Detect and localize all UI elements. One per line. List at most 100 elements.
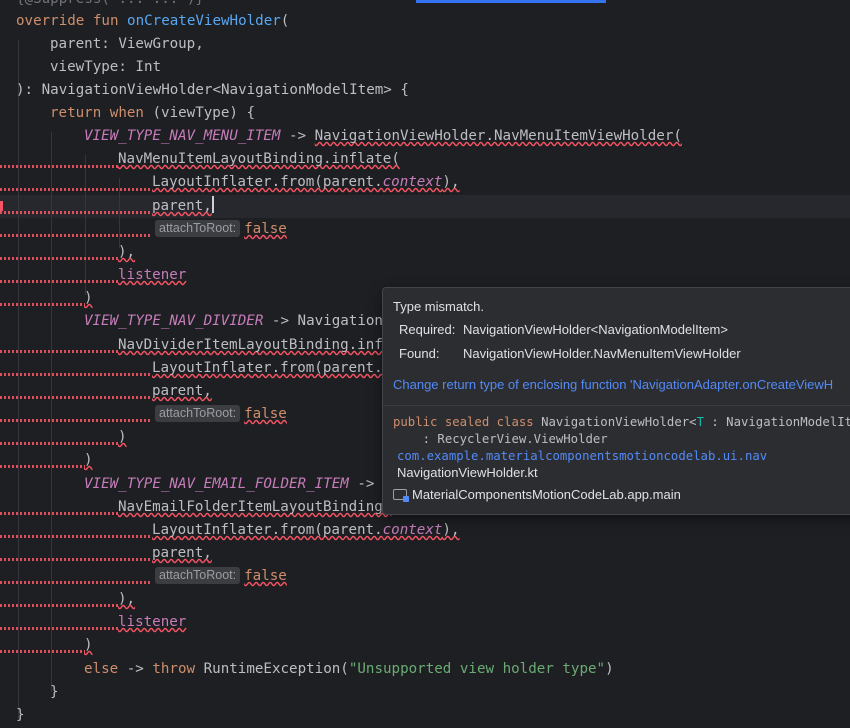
code-text: ) xyxy=(84,452,93,468)
code-text: ), xyxy=(118,591,136,607)
error-tooltip-popup[interactable]: Type mismatch. Required: NavigationViewH… xyxy=(382,287,850,515)
code-line: else -> throw RuntimeException("Unsuppor… xyxy=(84,658,614,681)
error-gutter-mark xyxy=(0,201,3,211)
required-label: Required: xyxy=(399,322,456,337)
code-text: parent, xyxy=(152,383,212,399)
code-line: ) xyxy=(84,287,93,310)
error-expression: NavEmailFolderItemLayoutBinding. xyxy=(118,499,392,515)
error-squiggle xyxy=(0,396,152,399)
error-expression: NavigationViewHolder.NavMenuItemViewHold… xyxy=(314,128,682,144)
code-line: NavDividerItemLayoutBinding.inf xyxy=(118,334,383,357)
quick-fix-link[interactable]: Change return type of enclosing function… xyxy=(393,377,833,392)
constant: VIEW_TYPE_NAV_MENU_ITEM xyxy=(84,128,281,144)
code-text: LayoutInflater.from(parent. xyxy=(152,174,383,190)
code-line: viewType: Int xyxy=(50,59,162,75)
found-label: Found: xyxy=(399,346,440,361)
keyword: false xyxy=(244,568,287,584)
superclass: : RecyclerView.ViewHolder xyxy=(393,432,608,446)
code-line: attachToRoot: false xyxy=(155,403,287,426)
class-name: NavigationViewHolder< xyxy=(541,415,697,429)
code-text: ) xyxy=(118,429,127,445)
error-squiggle xyxy=(0,211,152,214)
code-line: LayoutInflater.from(parent.context), xyxy=(152,171,460,194)
code-line: parent, xyxy=(152,542,212,565)
error-squiggle xyxy=(0,535,152,538)
code-text: -> xyxy=(263,313,298,329)
keyword: else xyxy=(84,661,119,677)
code-text: ) xyxy=(84,637,93,653)
code-text: ), xyxy=(442,522,460,538)
error-squiggle xyxy=(0,419,152,422)
argument: listener xyxy=(118,267,187,283)
error-squiggle xyxy=(0,373,152,376)
code-text: Navigation xyxy=(297,313,383,329)
module-folder-icon xyxy=(393,489,409,502)
error-title: Type mismatch. xyxy=(393,299,485,314)
code-line: LayoutInflater.from(parent. xyxy=(152,357,383,380)
required-value: NavigationViewHolder<NavigationModelItem… xyxy=(463,322,728,337)
indent-guide xyxy=(51,132,52,692)
code-line: override fun onCreateViewHolder( xyxy=(16,10,289,33)
property: context xyxy=(382,174,443,190)
code-text: parent, xyxy=(152,198,212,214)
error-squiggle xyxy=(0,234,152,237)
scroll-indicator xyxy=(416,0,606,3)
text-caret xyxy=(211,196,214,213)
error-squiggle xyxy=(0,465,85,468)
code-line: ) xyxy=(84,449,93,472)
code-text: : NavigationModelItem> xyxy=(711,415,850,429)
module-name: MaterialComponentsMotionCodeLab.app.main xyxy=(412,487,681,502)
code-text: ), xyxy=(442,174,460,190)
error-squiggle xyxy=(0,165,118,168)
error-squiggle xyxy=(0,581,152,584)
found-value: NavigationViewHolder.NavMenuItemViewHold… xyxy=(463,346,741,361)
code-text: ) xyxy=(84,290,93,306)
file-name: NavigationViewHolder.kt xyxy=(397,465,538,480)
constant: VIEW_TYPE_NAV_EMAIL_FOLDER_ITEM xyxy=(84,476,349,492)
code-line: attachToRoot: false xyxy=(155,565,287,588)
code-line: VIEW_TYPE_NAV_DIVIDER -> Navigation xyxy=(84,310,383,333)
code-line: VIEW_TYPE_NAV_EMAIL_FOLDER_ITEM -> xyxy=(84,473,374,496)
error-squiggle xyxy=(0,604,118,607)
parameter-hint: attachToRoot: xyxy=(155,405,241,422)
code-line: ), xyxy=(118,588,135,611)
package-link[interactable]: com.example.materialcomponentsmotioncode… xyxy=(397,449,767,463)
code-text: -> xyxy=(280,128,315,144)
divider xyxy=(383,405,850,406)
code-line: ) xyxy=(84,634,93,657)
current-line-highlight xyxy=(0,195,850,218)
string-literal: "Unsupported view holder type" xyxy=(348,661,606,677)
parameter-hint: attachToRoot: xyxy=(155,220,241,237)
parameter-hint: attachToRoot: xyxy=(155,567,241,584)
error-expression: NavMenuItemLayoutBinding.inflate( xyxy=(118,151,400,167)
code-line: ), xyxy=(118,241,135,264)
error-squiggle xyxy=(0,350,118,353)
indent-guide xyxy=(18,40,19,720)
error-squiggle xyxy=(0,303,85,306)
code-line: attachToRoot: false xyxy=(155,218,287,241)
module-info: MaterialComponentsMotionCodeLab.app.main xyxy=(393,487,681,502)
code-line: ): NavigationViewHolder<NavigationModelI… xyxy=(16,82,409,98)
code-line: } xyxy=(50,684,59,700)
error-squiggle xyxy=(0,442,118,445)
error-squiggle xyxy=(0,650,85,653)
keyword: public sealed class xyxy=(393,415,534,429)
code-text: ), xyxy=(118,244,136,260)
code-line: ) xyxy=(118,426,127,449)
argument: listener xyxy=(118,614,187,630)
code-line: listener xyxy=(118,264,186,287)
declaration-preview: public sealed class NavigationViewHolder… xyxy=(393,414,850,448)
code-line: VIEW_TYPE_NAV_MENU_ITEM -> NavigationVie… xyxy=(84,125,682,148)
error-squiggle xyxy=(0,627,118,630)
error-squiggle xyxy=(0,280,118,283)
keyword: override fun xyxy=(16,13,119,29)
indent-guide xyxy=(85,155,86,295)
keyword: false xyxy=(244,406,287,422)
code-line: NavEmailFolderItemLayoutBinding. xyxy=(118,496,391,519)
keyword: false xyxy=(244,221,287,237)
error-squiggle xyxy=(0,558,152,561)
code-text: (viewType) { xyxy=(143,105,256,121)
code-text: parent, xyxy=(152,545,212,561)
code-line: NavMenuItemLayoutBinding.inflate( xyxy=(118,148,400,171)
code-line: parent: ViewGroup, xyxy=(50,36,204,52)
